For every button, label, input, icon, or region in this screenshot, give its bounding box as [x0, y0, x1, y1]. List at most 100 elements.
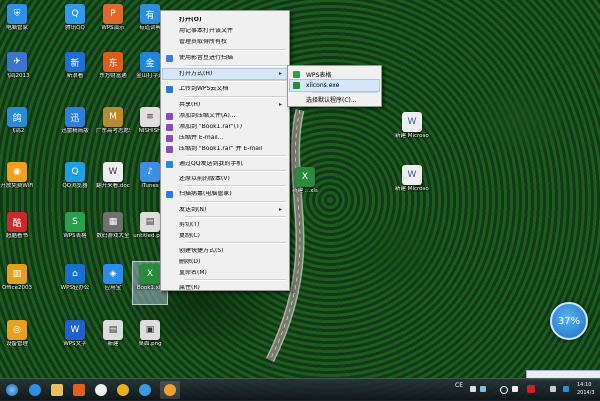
desktop-icon-label: 翻开来看.doc [96, 183, 130, 189]
tray-icon[interactable] [480, 386, 486, 392]
desktop-icon[interactable]: 迅迅雷精简版 [58, 105, 92, 147]
context-menu-item[interactable]: 发送到(N) ▸ [163, 205, 287, 215]
app-icon: 新 [65, 52, 85, 72]
taskbar-ie[interactable] [25, 381, 45, 399]
memory-usage-widget[interactable]: 37% [550, 302, 588, 340]
desktop-icon[interactable]: P WPS演示 [96, 2, 130, 44]
menu-item-icon [166, 71, 173, 78]
taskbar: CE 14:10 2014/3 [0, 378, 600, 401]
context-menu-item[interactable]: 剪切(T) [163, 220, 287, 230]
desktop-icon[interactable]: Q QQ浏览器 [58, 160, 92, 202]
volume-icon[interactable] [550, 386, 556, 392]
taskbar-app4[interactable] [91, 381, 111, 399]
desktop-icon[interactable]: ▥ Office2003 [0, 262, 34, 304]
menu-item-icon [166, 102, 173, 109]
desktop-icon[interactable]: 鸽飞鸽2 [0, 105, 34, 147]
desktop-icon-new-doc-1[interactable]: W 新建 Microsoft... [395, 110, 429, 152]
desktop-icon[interactable]: ⛨ 电脑管家 [0, 2, 34, 44]
tray-icon[interactable] [563, 386, 569, 392]
submenu-item[interactable]: 选择默认程序(C)... [290, 94, 379, 105]
context-menu-item[interactable]: 复制(C) [163, 231, 287, 241]
desktop-icon[interactable]: 东东方财富通 [96, 50, 130, 92]
app-icon: X [140, 264, 160, 284]
desktop-icon-label: 新建 ...xls [292, 188, 318, 194]
context-menu-item[interactable]: 添加到压缩文件(A)... [163, 111, 287, 121]
menu-item-label: 发送到(N) [179, 207, 207, 213]
context-menu-item[interactable]: 还原以前的版本(V) [163, 174, 287, 184]
menu-item-icon [166, 54, 173, 62]
context-menu-item[interactable]: 创建快捷方式(S) [163, 246, 287, 256]
desktop-icon[interactable]: ⌂ WPS轻办公 [58, 262, 92, 304]
tray-icon[interactable] [512, 386, 518, 392]
desktop-icon[interactable]: ◈ 应用宝 [96, 262, 130, 304]
app-icon: ◈ [103, 264, 123, 284]
context-menu-item[interactable]: 删除(D) [163, 257, 287, 267]
desktop-icon[interactable]: W 翻开来看.doc [96, 160, 130, 202]
desktop-icon[interactable]: 酷超酷看书 [0, 210, 34, 252]
menu-item-icon [166, 134, 173, 142]
tray-text[interactable]: CE [455, 382, 463, 389]
media-player-icon [73, 384, 85, 396]
program-icon [293, 71, 300, 78]
desktop-icon[interactable]: ▣ 桌面.png [133, 318, 167, 360]
context-menu-item[interactable]: 属性(R) [163, 283, 287, 293]
taskbar-app5[interactable] [113, 381, 133, 399]
context-menu-item[interactable]: 上传到WPS云文档 [163, 84, 287, 94]
antivirus-tray-icon[interactable] [527, 385, 535, 393]
context-menu-item[interactable]: 使用影音豆进行扫描 [163, 53, 287, 63]
desktop-icon[interactable]: ▦ 数码游戏大全 [96, 210, 130, 252]
context-menu-item[interactable]: 打开(O) [163, 15, 287, 25]
app-icon: S [65, 212, 85, 232]
app-icon: 有 [140, 4, 160, 24]
context-menu-item[interactable]: 共享(H) ▸ [163, 100, 287, 110]
desktop-icon[interactable]: ◉ 开放免费WiFi [0, 160, 34, 202]
desktop-icon[interactable]: W WPS文字 [58, 318, 92, 360]
desktop-icon-label: Office2003 [1, 285, 33, 291]
context-menu-item[interactable]: 通过QQ发送到我的手机 [163, 159, 287, 169]
desktop-icon-label: WPS轻办公 [60, 285, 90, 291]
start-button[interactable] [2, 381, 22, 399]
app-icon: Q [65, 162, 85, 182]
desktop-icon-label: 桌面.png [138, 341, 162, 347]
submenu-item[interactable]: WPS表格 [290, 69, 379, 80]
context-menu-item[interactable]: 添加到 "Book1.rar"(T) [163, 122, 287, 132]
taskbar-explorer[interactable] [47, 381, 67, 399]
desktop-icon-label: 广东高考志愿辅 [96, 128, 130, 134]
desktop-icon[interactable]: ▤ 新建 [96, 318, 130, 360]
app-icon: ▦ [103, 212, 123, 232]
context-menu-item[interactable]: 用记事本打开该文件 [163, 26, 287, 36]
context-menu-item[interactable]: 打开方式(H) ▸ [162, 68, 288, 80]
app-icon: Q [65, 4, 85, 24]
taskbar-app6[interactable] [135, 381, 155, 399]
desktop-icon-label: 飞鸽2 [9, 128, 25, 134]
menu-item-label: 属性(R) [179, 285, 200, 291]
tray-icon[interactable] [470, 386, 476, 392]
network-icon[interactable] [500, 386, 508, 394]
taskbar-active-app[interactable] [160, 381, 180, 399]
menu-separator [185, 96, 286, 98]
context-menu-item[interactable]: 压缩到 "Book1.rar" 并 E-mail [163, 144, 287, 154]
desktop-icon[interactable]: 新新浪看 [58, 50, 92, 92]
menu-item-label: 扫描病毒(电脑管家) [179, 191, 232, 197]
desktop-icon[interactable]: M广东高考志愿辅 [96, 105, 130, 147]
desktop-icon[interactable]: ◎ 设备管理 [0, 318, 34, 360]
desktop-icon[interactable]: Q 腾讯QQ [58, 2, 92, 44]
app-icon: W [103, 162, 123, 182]
context-menu-item[interactable]: 重命名(M) [163, 268, 287, 278]
word-doc-icon: W [402, 112, 422, 132]
menu-separator [312, 92, 378, 93]
context-menu-item[interactable]: 压缩并 E-mail... [163, 133, 287, 143]
context-menu-item[interactable]: 扫描病毒(电脑管家) [163, 189, 287, 199]
clock-date: 2014/3 [577, 390, 595, 396]
desktop-icon-new-xls[interactable]: X 新建 ...xls [288, 165, 322, 207]
desktop-icon[interactable]: ✈ 飞鸽2013 [0, 50, 34, 92]
submenu-item[interactable]: xlicons.exe [289, 79, 380, 92]
desktop-icon[interactable]: S WPS表格 [58, 210, 92, 252]
system-clock[interactable]: 14:10 2014/3 [577, 381, 600, 397]
program-icon [293, 82, 300, 89]
submenu-item-label: WPS表格 [306, 72, 332, 79]
context-menu-item[interactable]: 管理员取得所有权 [163, 37, 287, 47]
taskbar-media[interactable] [69, 381, 89, 399]
menu-item-label: 打开(O) [179, 17, 202, 23]
desktop-icon-new-doc-2[interactable]: W 新建 Microsoft... [395, 163, 429, 205]
